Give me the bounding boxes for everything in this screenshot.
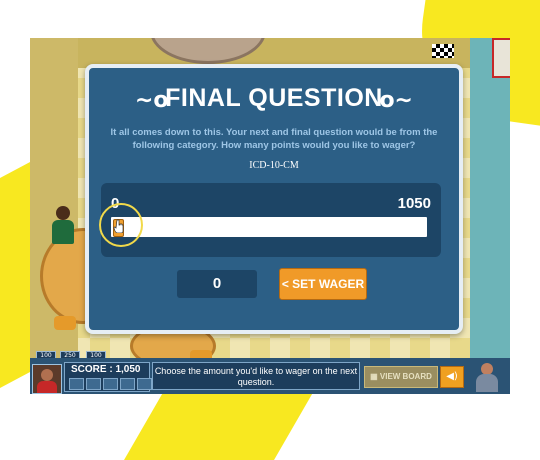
wager-slider-panel: 0 1050: [99, 183, 441, 257]
board-icon: ▦: [370, 372, 380, 381]
diner-character: [52, 206, 74, 246]
bottom-status-bar: SCORE : 1,050 Choose the amount you'd li…: [30, 358, 510, 394]
score-cell: [103, 378, 118, 390]
slider-max-label: 1050: [397, 195, 431, 212]
sound-button[interactable]: ◀): [440, 366, 464, 388]
chair: [54, 316, 76, 330]
score-cell: [137, 378, 152, 390]
score-cell: [120, 378, 135, 390]
wager-slider-track[interactable]: [111, 217, 427, 237]
set-wager-button[interactable]: < SET WAGER: [279, 268, 367, 300]
dialog-message: It all comes down to this. Your next and…: [110, 127, 438, 151]
instruction-message: Choose the amount you'd like to wager on…: [152, 362, 360, 390]
player-avatar: [32, 364, 62, 394]
score-cells: [69, 378, 152, 390]
host-character: [472, 362, 502, 392]
wall-poster: [492, 38, 510, 78]
view-board-label: VIEW BOARD: [379, 372, 432, 381]
checkered-flag-icon: [432, 44, 454, 58]
score-panel: SCORE : 1,050: [64, 362, 152, 392]
speaker-icon: ◀): [446, 371, 458, 382]
score-label: SCORE : 1,050: [71, 364, 141, 375]
hand-cursor-icon: [113, 219, 124, 233]
score-cell: [86, 378, 101, 390]
question-category: ICD-10-CM: [249, 160, 299, 171]
score-cell: [69, 378, 84, 390]
view-board-button[interactable]: ▦ VIEW BOARD: [364, 366, 438, 388]
wager-amount-display: 0: [177, 270, 257, 298]
final-question-dialog: ∼o FINAL QUESTION o∼ It all comes down t…: [85, 64, 463, 334]
title-ornament-right: o∼: [379, 88, 413, 113]
right-wall: [470, 38, 510, 358]
